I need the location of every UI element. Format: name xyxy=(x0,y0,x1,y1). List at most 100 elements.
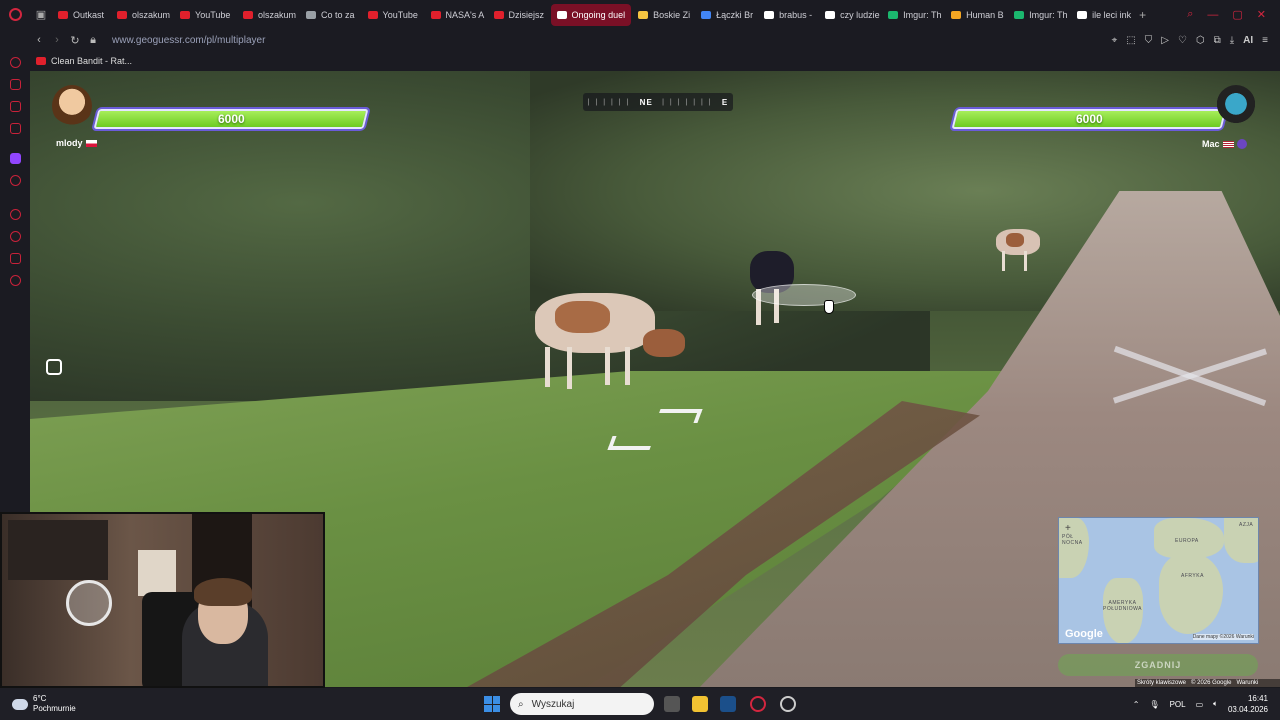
reload-icon[interactable]: ↻ xyxy=(66,34,84,47)
windows-start-icon[interactable] xyxy=(484,696,500,712)
opera-taskbar-icon[interactable] xyxy=(750,696,766,712)
browser-tab[interactable]: YouTube xyxy=(362,4,424,26)
search-icon: ⌕ xyxy=(518,698,524,710)
ai-button[interactable]: AI xyxy=(1243,35,1253,46)
minimize-icon[interactable]: — xyxy=(1207,9,1218,21)
new-tab-button[interactable]: + xyxy=(1133,4,1152,26)
tab-favicon-icon xyxy=(180,10,191,19)
browser-tab[interactable]: olszakum xyxy=(111,4,173,26)
browser-tab[interactable]: Imgur: Th xyxy=(1008,4,1070,26)
share-icon[interactable] xyxy=(46,359,62,375)
guess-button[interactable]: ZGADNIJ xyxy=(1058,654,1258,676)
menu-icon[interactable]: ≡ xyxy=(1262,35,1268,46)
url-field[interactable]: www.geoguessr.com/pl/multiplayer xyxy=(112,35,265,46)
tab-favicon-icon xyxy=(638,10,649,19)
volume-icon[interactable]: 🔈︎ xyxy=(1213,699,1218,709)
player-right-avatar xyxy=(1216,85,1256,127)
cube-icon[interactable]: ⬡ xyxy=(1196,35,1205,46)
taskbar-search[interactable]: ⌕ Wyszukaj xyxy=(510,693,654,715)
heart-icon[interactable]: ♡ xyxy=(1178,35,1187,46)
music-icon[interactable] xyxy=(10,175,21,186)
time: 16:41 xyxy=(1247,694,1268,703)
move-arrow-forward[interactable] xyxy=(655,409,703,423)
file-explorer-icon[interactable] xyxy=(692,696,708,712)
keyboard-shortcuts-link[interactable]: Skróty klawiszowe xyxy=(1137,680,1186,686)
browser-tab[interactable]: NASA's A xyxy=(425,4,487,26)
mic-icon[interactable]: 🎙︎ xyxy=(1149,700,1159,709)
pin-icon[interactable]: ⌖ xyxy=(1112,35,1118,46)
clock[interactable]: 16:41 03.04.2026 xyxy=(1228,693,1268,715)
chevron-up-icon[interactable]: ⌃ xyxy=(1133,700,1140,709)
move-target-disc xyxy=(752,284,856,306)
shopping-icon[interactable] xyxy=(10,79,21,90)
browser-tab[interactable]: olszakum xyxy=(237,4,299,26)
tab-label: Outkast xyxy=(73,9,105,20)
guess-minimap[interactable]: + PÓŁ NOCNA EUROPA AZJA AFRYKA AMERYKA P… xyxy=(1058,517,1259,644)
workspaces-icon[interactable]: ▣ xyxy=(30,0,52,29)
steam-icon[interactable] xyxy=(720,696,736,712)
opera-ai-icon[interactable] xyxy=(10,57,21,68)
language-indicator[interactable]: POL xyxy=(1170,700,1186,709)
player-icon[interactable] xyxy=(10,209,21,220)
bookmarks-bar: Clean Bandit - Rat... xyxy=(30,51,1280,71)
street-view-credits: Skróty klawiszowe © 2026 Google Warunki xyxy=(1135,679,1280,687)
back-icon[interactable]: ‹ xyxy=(30,34,48,46)
tab-favicon-icon xyxy=(764,10,775,19)
player-left-name: mlody xyxy=(56,138,83,148)
browser-tab[interactable]: YouTube xyxy=(174,4,236,26)
move-arrow-back[interactable] xyxy=(607,436,655,450)
weather-widget[interactable]: 6°C Pochmurnie xyxy=(0,694,200,714)
opera-logo-icon[interactable] xyxy=(0,0,30,29)
lock-icon: 🔒︎ xyxy=(90,33,96,46)
mail-icon[interactable] xyxy=(10,123,21,134)
browser-tab[interactable]: Human B xyxy=(945,4,1007,26)
date: 03.04.2026 xyxy=(1227,705,1268,714)
tab-label: ile leci ink xyxy=(1092,9,1132,20)
settings-icon[interactable] xyxy=(10,275,21,286)
tab-label: czy ludzie xyxy=(840,9,880,20)
messenger-icon[interactable] xyxy=(10,101,21,112)
browser-tab[interactable]: czy ludzie xyxy=(819,4,881,26)
browser-tab[interactable]: ile leci ink xyxy=(1071,4,1133,26)
browser-tab[interactable]: Imgur: Th xyxy=(882,4,944,26)
history-icon[interactable] xyxy=(10,231,21,242)
play-icon[interactable]: ▷ xyxy=(1161,35,1169,46)
compass-e: E xyxy=(721,97,729,107)
copyright-text: © 2026 Google xyxy=(1191,680,1232,686)
map-label: EUROPA xyxy=(1175,538,1199,544)
task-view-icon[interactable] xyxy=(664,696,680,712)
player-right-health: 6000 xyxy=(950,105,1227,131)
maximize-icon[interactable]: ▢ xyxy=(1232,8,1242,21)
zoom-in-button[interactable]: + xyxy=(1065,523,1071,534)
browser-tab[interactable]: Co to za xyxy=(300,4,361,26)
forward-icon[interactable]: › xyxy=(48,34,66,46)
browser-tab[interactable]: Dzisiejsz xyxy=(488,4,550,26)
download-icon[interactable]: ⤓ xyxy=(1230,35,1234,46)
player-left-health: 6000 xyxy=(88,105,369,131)
extensions-sidebar-icon[interactable] xyxy=(10,253,21,264)
browser-tab[interactable]: Łączki Br xyxy=(695,4,757,26)
tab-favicon-icon xyxy=(58,10,68,19)
tab-favicon-icon xyxy=(430,10,441,19)
tab-label: olszakum xyxy=(132,9,171,20)
tab-favicon-icon xyxy=(117,10,128,19)
search-tabs-icon[interactable]: ⌕ xyxy=(1187,8,1193,21)
close-icon[interactable]: ✕ xyxy=(1257,8,1266,21)
map-label: AZJA xyxy=(1239,522,1254,528)
browser-tab[interactable]: Outkast xyxy=(52,4,110,26)
app-icon[interactable] xyxy=(780,696,796,712)
extensions-icon[interactable]: ⧉ xyxy=(1214,35,1221,46)
browser-tab[interactable]: Boskie Zi xyxy=(632,4,694,26)
tab-label: olszakum xyxy=(258,9,297,20)
google-logo: Google xyxy=(1065,628,1103,640)
terms-link[interactable]: Warunki xyxy=(1236,680,1258,686)
browser-tab[interactable]: brabus - xyxy=(758,4,818,26)
map-data-credit[interactable]: Dane mapy ©2026 Warunki xyxy=(1192,634,1254,640)
poland-flag-icon xyxy=(85,139,97,147)
snapshot-icon[interactable]: ⬚ xyxy=(1126,35,1135,46)
twitch-icon[interactable] xyxy=(10,153,21,164)
browser-tab[interactable]: Ongoing duel xyxy=(550,3,632,26)
display-icon[interactable]: ▭ xyxy=(1196,700,1204,709)
vpn-shield-icon[interactable]: ⛉ xyxy=(1145,35,1153,46)
bookmark-item[interactable]: Clean Bandit - Rat... xyxy=(51,56,132,66)
